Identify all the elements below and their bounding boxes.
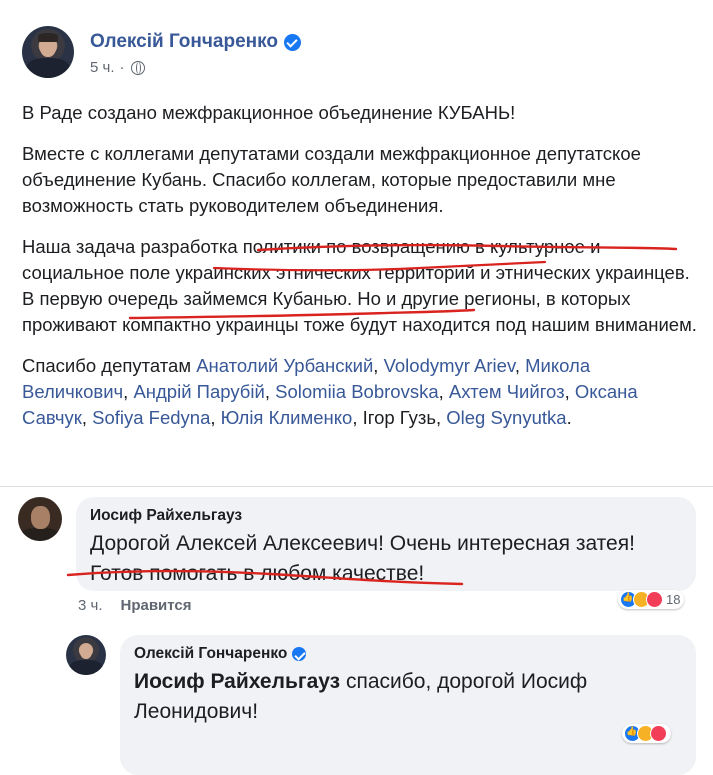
- tag-separator: ,: [373, 355, 384, 376]
- tag-separator: ,: [123, 381, 134, 402]
- tagged-user-link[interactable]: Solomiia Bobrovska: [275, 381, 439, 402]
- tag-separator: ,: [264, 381, 276, 402]
- tagged-user-link[interactable]: Volodymyr Ariev: [384, 355, 515, 376]
- commenter-avatar[interactable]: [18, 497, 62, 541]
- post-paragraph-3: Наша задача разработка политики по возвр…: [22, 236, 697, 335]
- reply-text-line-2: Леонидович!: [134, 700, 259, 723]
- globe-icon: [130, 60, 145, 75]
- post-thanks: Спасибо депутатам Анатолий Урбанский, Vo…: [22, 353, 697, 431]
- comment-text-line-2: Готов помогать в любом качестве!: [90, 562, 425, 585]
- comment-timestamp[interactable]: 3 ч.: [78, 597, 103, 614]
- post-paragraph-2: Вместе с коллегами депутатами создали ме…: [22, 143, 641, 216]
- post-paragraph-1: В Раде создано межфракционное объединени…: [22, 102, 516, 123]
- tag-separator: ,: [210, 407, 221, 428]
- tag-separator: ,: [514, 355, 526, 376]
- tagged-user-link[interactable]: Андрій Парубій: [133, 381, 264, 402]
- comment-1: Иосиф Райхельгауз Дорогой Алексей Алексе…: [18, 497, 696, 591]
- meta-separator: ·: [119, 59, 125, 76]
- comment-bubble: Иосиф Райхельгауз Дорогой Алексей Алексе…: [76, 497, 696, 591]
- reply-text-line-1: Иосиф Райхельгауз спасибо, дорогой Иосиф: [134, 667, 682, 697]
- reply-author-name[interactable]: Олексій Гончаренко: [134, 645, 287, 663]
- tag-separator: ,: [352, 407, 363, 428]
- comment-text-line-1: Дорогой Алексей Алексеевич! Очень интере…: [90, 532, 635, 555]
- tagged-user-link[interactable]: Ахтем Чийгоз: [449, 381, 565, 402]
- reply-author-avatar[interactable]: [66, 635, 106, 675]
- tagged-user-link[interactable]: Oleg Synyutka: [446, 407, 566, 428]
- tag-separator: ,: [81, 407, 93, 428]
- love-reaction-icon: [646, 591, 663, 608]
- thanks-intro: Спасибо депутатам: [22, 355, 197, 376]
- reaction-count: 18: [666, 592, 681, 607]
- comment-actions: 3 ч. Нравится: [78, 597, 192, 614]
- like-button[interactable]: Нравится: [121, 597, 192, 614]
- reply-bubble: Олексій Гончаренко Иосиф Райхельгауз спа…: [120, 635, 696, 775]
- thanks-end: .: [566, 407, 572, 428]
- post-meta: 5 ч. ·: [90, 59, 301, 76]
- tagged-user-link[interactable]: Юлія Клименко: [221, 407, 353, 428]
- tagged-user-link[interactable]: Sofiya Fedyna: [92, 407, 210, 428]
- reply-author-line: Олексій Гончаренко: [134, 645, 682, 663]
- verified-badge-icon: [292, 647, 307, 661]
- post-body: В Раде создано межфракционное объединени…: [22, 100, 697, 446]
- commenter-name[interactable]: Иосиф Райхельгауз: [90, 507, 682, 525]
- verified-badge-icon: [284, 33, 301, 51]
- author-block: Олексій Гончаренко 5 ч. ·: [90, 26, 301, 78]
- reply-text-rest: спасибо, дорогой Иосиф: [340, 670, 588, 693]
- tagged-user-link[interactable]: Ігор Гузь: [363, 407, 436, 428]
- author-name[interactable]: Олексій Гончаренко: [90, 31, 278, 53]
- tag-separator: ,: [564, 381, 575, 402]
- comment-reactions[interactable]: 18: [618, 590, 685, 609]
- reply-comment: Олексій Гончаренко Иосиф Райхельгауз спа…: [66, 635, 696, 775]
- tag-separator: ,: [435, 407, 447, 428]
- author-avatar[interactable]: [22, 26, 74, 78]
- post-timestamp[interactable]: 5 ч.: [90, 59, 115, 76]
- section-divider: [0, 486, 713, 487]
- author-line: Олексій Гончаренко: [90, 31, 301, 53]
- reply-mention[interactable]: Иосиф Райхельгауз: [134, 670, 340, 693]
- tag-separator: ,: [438, 381, 449, 402]
- post-header: Олексій Гончаренко 5 ч. ·: [22, 26, 301, 78]
- tagged-user-link[interactable]: Анатолий Урбанский: [196, 355, 373, 376]
